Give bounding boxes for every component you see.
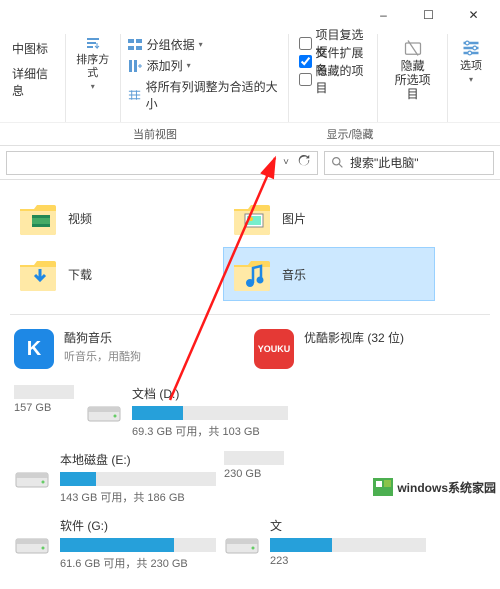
- options-button[interactable]: 选项 ▾: [454, 34, 488, 88]
- watermark: windows系统家园: [373, 478, 496, 496]
- watermark-icon: [373, 478, 393, 496]
- options-icon: [460, 38, 482, 58]
- drive-capacity: 223: [270, 555, 426, 567]
- folder-music[interactable]: 音乐: [224, 248, 434, 300]
- drive-item[interactable]: 157 GB: [10, 379, 82, 445]
- app-title: 酷狗音乐: [64, 329, 141, 346]
- drive-icon: [14, 531, 50, 559]
- folder-icon: [18, 199, 58, 237]
- group-icon: [127, 37, 143, 53]
- group-by-button[interactable]: 分组依据 ▾: [127, 34, 203, 55]
- app-title: 优酷影视库 (32 位): [304, 329, 404, 346]
- section-show-hide: 显示/隐藏: [250, 123, 450, 145]
- drive-name: 本地磁盘 (E:): [60, 451, 216, 468]
- minimize-button[interactable]: –: [361, 1, 406, 29]
- maximize-button[interactable]: ☐: [406, 1, 451, 29]
- chevron-down-icon: ▾: [469, 75, 473, 84]
- sort-icon: [85, 36, 101, 52]
- drive-icon: [224, 531, 260, 559]
- folder-icon: [232, 199, 272, 237]
- fit-columns-icon: [127, 87, 142, 103]
- drive-capacity: 143 GB 可用，共 186 GB: [60, 489, 216, 505]
- ribbon: 中图标 详细信息 排序方式 ▾ 分组依据 ▾ 添加列 ▾ 将所有列调整为合适的大: [0, 30, 500, 146]
- drive-item[interactable]: 文 223: [220, 511, 430, 577]
- hide-icon: [402, 38, 424, 58]
- drive-capacity: 157 GB: [14, 402, 78, 414]
- add-column-button[interactable]: 添加列 ▾: [127, 55, 191, 76]
- folder-label: 下载: [68, 266, 92, 283]
- dropdown-icon[interactable]: ˅: [283, 157, 289, 168]
- view-details[interactable]: 详细信息: [12, 63, 59, 101]
- drive-item[interactable]: 本地磁盘 (E:) 143 GB 可用，共 186 GB: [10, 445, 220, 511]
- refresh-icon[interactable]: [297, 154, 311, 171]
- folder-icon: [18, 255, 58, 293]
- drive-capacity: 69.3 GB 可用，共 103 GB: [132, 423, 288, 439]
- drive-item[interactable]: 软件 (G:) 61.6 GB 可用，共 230 GB: [10, 511, 220, 577]
- search-icon: [331, 156, 344, 169]
- app-item[interactable]: YOUKU 优酷影视库 (32 位): [254, 329, 464, 369]
- view-medium-icons[interactable]: 中图标: [12, 38, 59, 59]
- size-columns-button[interactable]: 将所有列调整为合适的大小: [127, 76, 282, 114]
- drive-icon: [86, 399, 122, 427]
- drive-name: 文: [270, 517, 426, 534]
- drive-name: 软件 (G:): [60, 517, 216, 534]
- address-bar[interactable]: ˅: [6, 151, 318, 175]
- folder-label: 音乐: [282, 266, 306, 283]
- search-input[interactable]: 搜索"此电脑": [324, 151, 494, 175]
- close-button[interactable]: ✕: [451, 1, 496, 29]
- section-current-view: 当前视图: [60, 123, 250, 145]
- add-column-icon: [127, 58, 143, 74]
- folder-photo[interactable]: 图片: [224, 192, 434, 244]
- drive-item[interactable]: 230 GB: [220, 445, 292, 511]
- drive-icon: [14, 465, 50, 493]
- folder-label: 视频: [68, 210, 92, 227]
- chevron-down-icon: ▾: [91, 82, 95, 91]
- folder-download[interactable]: 下载: [10, 248, 220, 300]
- folder-label: 图片: [282, 210, 306, 227]
- app-icon: YOUKU: [254, 329, 294, 369]
- drive-item[interactable]: 文档 (D:) 69.3 GB 可用，共 103 GB: [82, 379, 292, 445]
- app-item[interactable]: K 酷狗音乐听音乐，用酷狗: [14, 329, 224, 369]
- app-subtitle: 听音乐，用酷狗: [64, 348, 141, 364]
- sort-button[interactable]: 排序方式 ▾: [72, 34, 114, 91]
- app-icon: K: [14, 329, 54, 369]
- folder-icon: [232, 255, 272, 293]
- drive-capacity: 61.6 GB 可用，共 230 GB: [60, 555, 216, 571]
- hide-selected-button[interactable]: 隐藏所选项目: [384, 34, 441, 106]
- drive-capacity: 230 GB: [224, 468, 288, 480]
- folder-film[interactable]: 视频: [10, 192, 220, 244]
- hidden-items-toggle[interactable]: 隐藏的项目: [299, 70, 372, 88]
- drive-name: 文档 (D:): [132, 385, 288, 402]
